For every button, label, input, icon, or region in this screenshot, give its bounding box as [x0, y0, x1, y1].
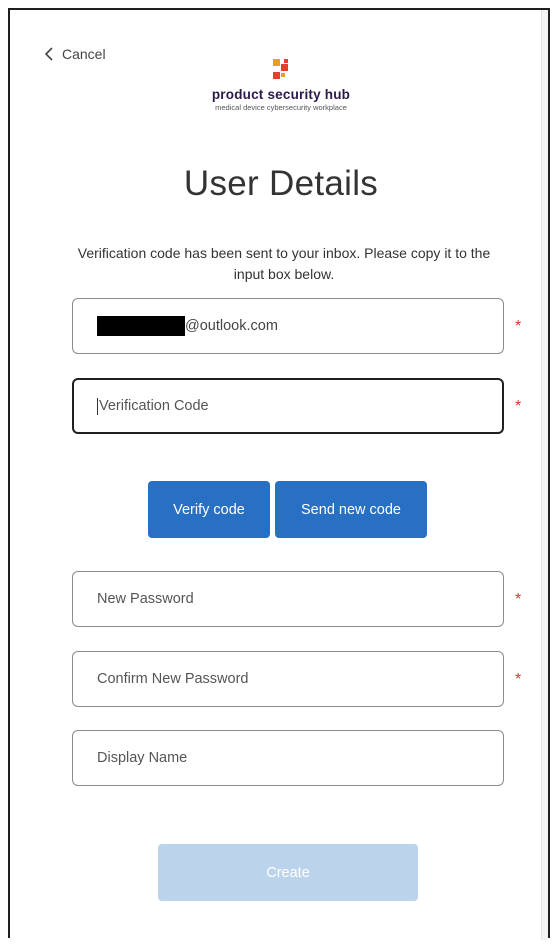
brand-logo: product security hub medical device cybe… [10, 58, 552, 113]
brand-name: product security hub [211, 87, 351, 102]
verification-code-placeholder: Verification Code [99, 398, 209, 414]
email-required-marker: * [515, 318, 522, 335]
verification-message: Verification code has been sent to your … [77, 245, 491, 282]
confirm-password-placeholder: Confirm New Password [97, 671, 249, 687]
confirm-password-required-marker: * [515, 671, 522, 688]
send-new-code-button[interactable]: Send new code [275, 481, 427, 538]
create-button[interactable]: Create [158, 844, 418, 901]
page-title: User Details [183, 164, 379, 203]
display-name-input[interactable]: Display Name [72, 730, 504, 786]
new-password-placeholder: New Password [97, 591, 194, 607]
verification-code-required-marker: * [515, 398, 522, 415]
text-caret [97, 397, 98, 415]
signup-panel: Cancel product security hub medical devi… [8, 8, 552, 940]
confirm-password-input[interactable]: Confirm New Password [72, 651, 504, 707]
verification-code-input[interactable]: Verification Code [72, 378, 504, 434]
email-field[interactable]: @outlook.com [72, 298, 504, 354]
email-domain: @outlook.com [185, 318, 278, 334]
redacted-email-user [97, 316, 185, 336]
brand-tagline: medical device cybersecurity workplace [215, 103, 347, 112]
new-password-required-marker: * [515, 591, 522, 608]
scrollbar[interactable] [541, 10, 548, 940]
new-password-input[interactable]: New Password [72, 571, 504, 627]
verify-code-button[interactable]: Verify code [148, 481, 270, 538]
product-security-hub-logo-icon [273, 59, 288, 79]
display-name-placeholder: Display Name [97, 750, 188, 766]
